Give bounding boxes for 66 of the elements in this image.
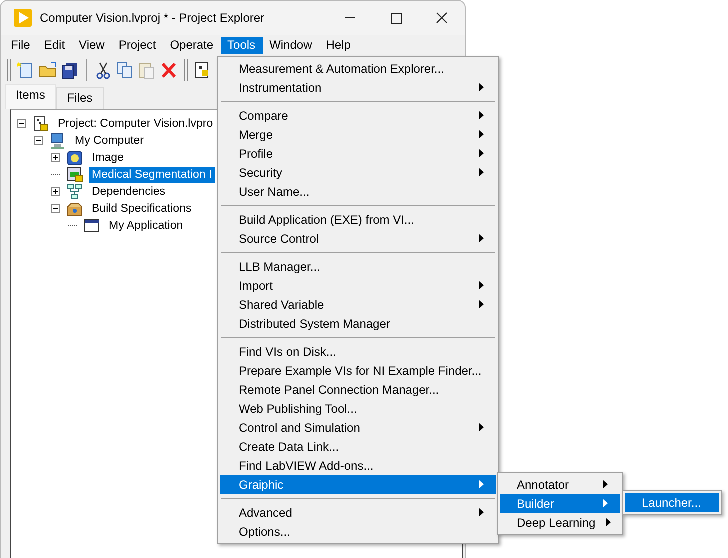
save-all-icon[interactable] [61,60,79,80]
tree-item[interactable]: Project: Computer Vision.lvpro [55,116,216,132]
menu-item[interactable]: Remote Panel Connection Manager... [220,380,496,399]
copy-icon[interactable] [116,60,134,80]
folder-icon[interactable] [39,60,57,80]
menu-item[interactable]: Shared Variable [220,295,496,314]
menu-item[interactable]: Prepare Example VIs for NI Example Finder... [220,361,496,380]
vi-icon [67,166,83,182]
tree-item[interactable]: Build Specifications [89,200,195,216]
project-icon [33,116,49,132]
dependencies-icon [67,184,83,200]
menu-item[interactable]: Tools [220,36,263,54]
window-title: Computer Vision.lvproj * - Project Explorer [40,11,266,25]
menu-item[interactable]: Advanced [220,503,496,522]
expand-icon[interactable] [51,187,60,196]
delete-icon[interactable] [160,60,178,80]
menu-item[interactable]: Builder [500,494,620,513]
toolbar-grip [7,59,11,81]
menu-item[interactable]: Security [220,163,496,182]
collapse-icon[interactable] [34,136,43,145]
menu-item[interactable]: Graiphic [220,475,496,494]
collapse-icon[interactable] [17,119,26,128]
menu-item[interactable]: Instrumentation [220,78,496,97]
menu-item[interactable]: Build Application (EXE) from VI... [220,210,496,229]
menu-item[interactable]: Operate [163,36,221,54]
app-logo-icon [14,9,32,27]
tree-item[interactable]: My Application [106,218,186,234]
menu-item[interactable]: Annotator [500,475,620,494]
menu-item[interactable]: Create Data Link... [220,437,496,456]
scissors-icon[interactable] [94,60,112,80]
collapse-icon[interactable] [51,204,60,213]
menu-item[interactable]: View [72,36,112,54]
tab[interactable]: Files [56,87,104,109]
menu-item[interactable]: Web Publishing Tool... [220,399,496,418]
menu-item[interactable]: Edit [37,36,72,54]
menu-item[interactable]: Options... [220,522,496,541]
menu-item[interactable]: Profile [220,144,496,163]
tab[interactable]: Items [5,84,56,109]
expand-icon[interactable] [51,153,60,162]
menu-item[interactable]: Merge [220,125,496,144]
tree-item[interactable]: Medical Segmentation I [89,166,216,182]
new-file-icon[interactable] [17,60,35,80]
menu-item[interactable]: Deep Learning [500,513,620,532]
menu-item[interactable]: File [4,36,38,54]
menu-item[interactable]: Import [220,276,496,295]
menu-item[interactable]: LLB Manager... [220,257,496,276]
menu-item[interactable]: Project [112,36,164,54]
menu-item[interactable]: Distributed System Manager [220,314,496,333]
menu-item[interactable]: Measurement & Automation Explorer... [220,59,496,78]
tree-item[interactable]: Image [89,150,127,166]
menu-item[interactable]: Find VIs on Disk... [220,342,496,361]
menu-item[interactable]: Control and Simulation [220,418,496,437]
menu-item[interactable]: Source Control [220,229,496,248]
menu-item[interactable]: User Name... [220,182,496,201]
menu-item[interactable]: Help [319,36,358,54]
computer-icon [50,132,66,148]
tree-item[interactable]: Dependencies [89,184,169,200]
tree-item[interactable]: My Computer [72,132,148,148]
menu-item[interactable]: Compare [220,106,496,125]
menu-item[interactable]: Find LabVIEW Add-ons... [220,456,496,475]
menu-item[interactable]: Launcher... [625,493,719,512]
application-icon [84,218,100,234]
toolbar-grip [184,59,188,81]
library-icon [67,150,83,166]
menu-item[interactable]: Window [262,36,320,54]
build-icon [67,200,83,216]
